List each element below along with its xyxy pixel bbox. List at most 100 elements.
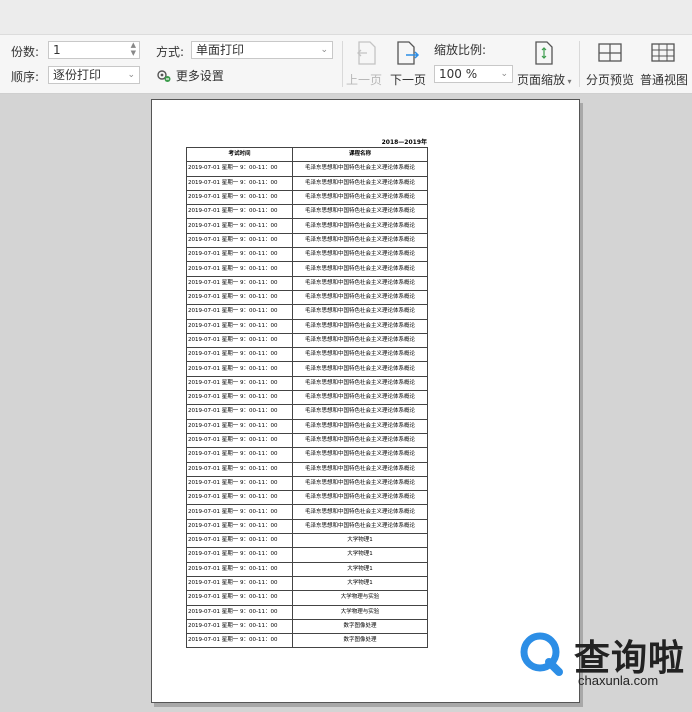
chevron-down-icon: ⌄ <box>500 69 508 79</box>
exam-time-cell: 2019-07-01 星期一 9：00-11：00 <box>186 175 293 191</box>
page-break-preview-button[interactable]: 分页预览 <box>586 39 634 89</box>
course-name-cell: 毛泽东思想和中国特色社会主义理论体系概论 <box>292 404 428 420</box>
toolbar-divider <box>579 41 580 87</box>
exam-time-cell: 2019-07-01 星期一 9：00-11：00 <box>186 475 293 492</box>
normal-view-button[interactable]: 普通视图 <box>638 39 688 89</box>
course-name-cell: 毛泽东思想和中国特色社会主义理论体系概论 <box>292 204 428 220</box>
zoom-value: 100 % <box>439 67 478 81</box>
more-settings-button[interactable]: 更多设置 <box>156 67 224 84</box>
exam-time-cell: 2019-07-01 星期一 9：00-11：00 <box>186 218 293 234</box>
course-name-cell: 毛泽东思想和中国特色社会主义理论体系概论 <box>292 275 428 291</box>
course-name-cell: 毛泽东思想和中国特色社会主义理论体系概论 <box>292 418 428 434</box>
table-row: 2019-07-01 星期一 9：00-11：00 大学物理与实验 <box>186 604 428 620</box>
next-page-icon <box>397 41 420 65</box>
page-zoom-icon <box>535 41 553 65</box>
exam-time-cell: 2019-07-01 星期一 9：00-11：00 <box>186 518 293 535</box>
exam-time-cell: 2019-07-01 星期一 9：00-11：00 <box>186 404 293 420</box>
settings-icon <box>157 70 171 82</box>
course-name-cell: 大学物理1 <box>292 533 428 549</box>
order-value: 逐份打印 <box>53 68 102 82</box>
column-header-time: 考试时间 <box>186 146 293 163</box>
exam-time-cell: 2019-07-01 星期一 9：00-11：00 <box>186 332 293 349</box>
course-name-cell: 毛泽东思想和中国特色社会主义理论体系概论 <box>292 261 428 277</box>
table-row: 2019-07-01 星期一 9：00-11：00 大学物理1 <box>186 533 428 549</box>
exam-time-cell: 2019-07-01 星期一 9：00-11：00 <box>186 275 293 291</box>
exam-time-cell: 2019-07-01 星期一 9：00-11：00 <box>186 347 293 363</box>
course-name-cell: 毛泽东思想和中国特色社会主义理论体系概论 <box>292 218 428 234</box>
exam-time-cell: 2019-07-01 星期一 9：00-11：00 <box>186 504 293 520</box>
print-preview-toolbar: 份数: 1 ▲▼ 顺序: 逐份打印 ⌄ 方式: 单面打印 ⌄ 更多设置 上一页 <box>0 34 692 94</box>
course-name-cell: 毛泽东思想和中国特色社会主义理论体系概论 <box>292 461 428 477</box>
exam-time-cell: 2019-07-01 星期一 9：00-11：00 <box>186 261 293 277</box>
copies-stepper[interactable]: ▲ ▼ <box>131 41 136 57</box>
course-name-cell: 毛泽东思想和中国特色社会主义理论体系概论 <box>292 289 428 306</box>
more-settings-label: 更多设置 <box>175 69 224 83</box>
exam-time-cell: 2019-07-01 星期一 9：00-11：00 <box>186 304 293 320</box>
course-name-cell: 大学物理1 <box>292 575 428 592</box>
exam-time-cell: 2019-07-01 星期一 9：00-11：00 <box>186 390 293 406</box>
watermark-url: chaxunla.com <box>578 673 659 688</box>
table-row: 2019-07-01 星期一 9：00-11：00 毛泽东思想和中国特色社会主义理… <box>186 175 428 191</box>
exam-time-cell: 2019-07-01 星期一 9：00-11：00 <box>186 575 293 592</box>
table-row: 2019-07-01 星期一 9：00-11：00 毛泽东思想和中国特色社会主义理… <box>186 218 428 234</box>
exam-time-cell: 2019-07-01 星期一 9：00-11：00 <box>186 618 293 635</box>
course-name-cell: 毛泽东思想和中国特色社会主义理论体系概论 <box>292 347 428 363</box>
grid-view-icon <box>651 43 675 62</box>
zoom-select[interactable]: 100 % ⌄ <box>434 65 513 83</box>
exam-time-cell: 2019-07-01 星期一 9：00-11：00 <box>186 204 293 220</box>
exam-time-cell: 2019-07-01 星期一 9：00-11：00 <box>186 232 293 249</box>
exam-time-cell: 2019-07-01 星期一 9：00-11：00 <box>186 533 293 549</box>
exam-time-cell: 2019-07-01 星期一 9：00-11：00 <box>186 461 293 477</box>
course-name-cell: 毛泽东思想和中国特色社会主义理论体系概论 <box>292 390 428 406</box>
page-zoom-button[interactable]: 页面缩放 ▾ <box>517 39 575 89</box>
exam-time-cell: 2019-07-01 星期一 9：00-11：00 <box>186 604 293 620</box>
table-row: 2019-07-01 星期一 9：00-11：00 毛泽东思想和中国特色社会主义理… <box>186 490 428 506</box>
exam-time-cell: 2019-07-01 星期一 9：00-11：00 <box>186 418 293 434</box>
table-row: 2019-07-01 星期一 9：00-11：00 毛泽东思想和中国特色社会主义理… <box>186 504 428 520</box>
page-break-preview-label: 分页预览 <box>586 73 635 87</box>
table-body: 2019-07-01 星期一 9：00-11：00 毛泽东思想和中国特色社会主义理… <box>186 161 428 649</box>
copies-label: 份数: <box>11 45 40 59</box>
exam-time-cell: 2019-07-01 星期一 9：00-11：00 <box>186 561 293 577</box>
table-row: 2019-07-01 星期一 9：00-11：00 毛泽东思想和中国特色社会主义理… <box>186 461 428 477</box>
table-row: 2019-07-01 星期一 9：00-11：00 毛泽东思想和中国特色社会主义理… <box>186 304 428 320</box>
exam-time-cell: 2019-07-01 星期一 9：00-11：00 <box>186 375 293 392</box>
table-row: 2019-07-01 星期一 9：00-11：00 毛泽东思想和中国特色社会主义理… <box>186 232 428 249</box>
course-name-cell: 毛泽东思想和中国特色社会主义理论体系概论 <box>292 518 428 535</box>
table-row: 2019-07-01 星期一 9：00-11：00 毛泽东思想和中国特色社会主义理… <box>186 247 428 263</box>
course-name-cell: 大学物理1 <box>292 561 428 577</box>
exam-time-cell: 2019-07-01 星期一 9：00-11：00 <box>186 247 293 263</box>
table-row: 2019-07-01 星期一 9：00-11：00 毛泽东思想和中国特色社会主义理… <box>186 375 428 392</box>
exam-time-cell: 2019-07-01 星期一 9：00-11：00 <box>186 547 293 563</box>
table-row: 2019-07-01 星期一 9：00-11：00 数字图像处理 <box>186 633 428 649</box>
prev-page-button[interactable]: 上一页 <box>346 39 384 89</box>
table-row: 2019-07-01 星期一 9：00-11：00 毛泽东思想和中国特色社会主义理… <box>186 275 428 291</box>
table-row: 2019-07-01 星期一 9：00-11：00 毛泽东思想和中国特色社会主义理… <box>186 189 428 206</box>
course-name-cell: 毛泽东思想和中国特色社会主义理论体系概论 <box>292 189 428 206</box>
table-row: 2019-07-01 星期一 9：00-11：00 毛泽东思想和中国特色社会主义理… <box>186 261 428 277</box>
mode-value: 单面打印 <box>196 43 245 57</box>
order-select[interactable]: 逐份打印 ⌄ <box>48 66 140 84</box>
course-name-cell: 毛泽东思想和中国特色社会主义理论体系概论 <box>292 175 428 191</box>
column-header-course: 课程名称 <box>292 146 428 163</box>
mode-label: 方式: <box>156 45 185 59</box>
table-row: 2019-07-01 星期一 9：00-11：00 毛泽东思想和中国特色社会主义理… <box>186 161 428 177</box>
exam-time-cell: 2019-07-01 星期一 9：00-11：00 <box>186 590 293 606</box>
course-name-cell: 毛泽东思想和中国特色社会主义理论体系概论 <box>292 318 428 334</box>
zoom-label: 缩放比例: <box>434 43 487 57</box>
toolbar-divider <box>342 41 343 87</box>
exam-time-cell: 2019-07-01 星期一 9：00-11：00 <box>186 633 293 649</box>
exam-time-cell: 2019-07-01 星期一 9：00-11：00 <box>186 447 293 463</box>
course-name-cell: 大学物理与实验 <box>292 590 428 606</box>
course-name-cell: 大学物理与实验 <box>292 604 428 620</box>
exam-time-cell: 2019-07-01 星期一 9：00-11：00 <box>186 361 293 377</box>
copies-value: 1 <box>53 43 61 57</box>
normal-view-label: 普通视图 <box>640 73 689 87</box>
mode-select[interactable]: 单面打印 ⌄ <box>191 41 333 59</box>
exam-time-cell: 2019-07-01 星期一 9：00-11：00 <box>186 289 293 306</box>
page-break-preview-icon <box>598 43 622 62</box>
course-name-cell: 毛泽东思想和中国特色社会主义理论体系概论 <box>292 232 428 249</box>
copies-input[interactable]: 1 ▲ ▼ <box>48 41 140 59</box>
course-name-cell: 毛泽东思想和中国特色社会主义理论体系概论 <box>292 361 428 377</box>
next-page-button[interactable]: 下一页 <box>389 39 427 89</box>
